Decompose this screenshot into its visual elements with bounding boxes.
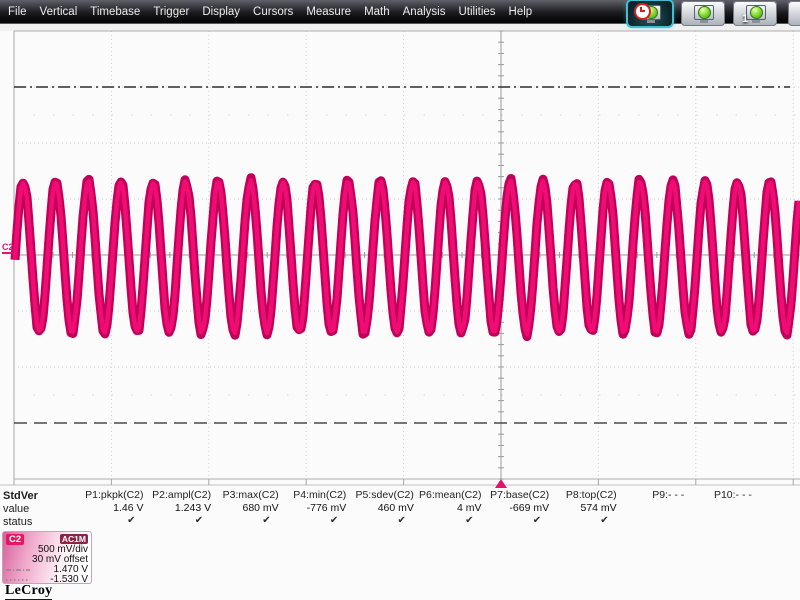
alarm-clock-icon [634,3,651,20]
measure-param-label: P3:max(C2) [222,489,279,501]
measure-row-status-header: status [3,516,33,528]
measure-param-value [617,502,684,515]
menu-timebase[interactable]: Timebase [90,6,140,18]
measure-param-value: -669 mV [509,502,550,514]
channel-lower-level: -1.530 V [50,574,88,585]
menu-file[interactable]: File [8,6,27,18]
measure-param-label: P6:mean(C2) [419,489,482,501]
menu-analysis[interactable]: Analysis [403,6,446,18]
measure-param-status: ✔ [532,515,542,526]
measure-param-value [753,502,800,515]
measure-column-7[interactable]: P7:base(C2) -669 mV ✔ [482,489,549,528]
menu-vertical[interactable]: Vertical [40,6,78,18]
menu-utilities[interactable]: Utilities [458,6,495,18]
channel-c2-badge: C2 [6,534,25,545]
menu-help[interactable]: Help [509,6,533,18]
measure-param-label: P9:- - - [652,489,685,501]
measure-param-status: ✔ [127,515,136,526]
measure-column-11[interactable]: P1 [753,489,800,528]
measure-column-5[interactable]: P5:sdev(C2) 460 mV ✔ [347,489,414,528]
measure-param-label: P5:sdev(C2) [355,489,414,501]
measure-param-value: 1.46 V [113,502,144,514]
measure-column-4[interactable]: P4:min(C2) -776 mV ✔ [279,489,346,528]
measure-column-6[interactable]: P6:mean(C2) 4 mV ✔ [415,489,482,528]
measure-param-status: ✔ [329,515,339,526]
measure-param-label: P7:base(C2) [490,489,550,501]
menu-measure[interactable]: Measure [306,6,351,18]
green-orb-icon [750,6,763,19]
channel-c2-descriptor-box[interactable]: C2 AC1M 500 mV/div 30 mV offset 1.470 V … [2,531,92,585]
measure-param-status [753,515,800,528]
monitor-icon [694,5,714,23]
measure-param-status: ✔ [262,515,271,526]
measure-param-status: ✔ [397,515,406,526]
monitor-icon [746,5,766,23]
dash-dot-pattern-icon [6,565,30,575]
measure-param-value: 574 mV [580,502,617,514]
menu-trigger[interactable]: Trigger [153,6,189,18]
channel-level-marker[interactable]: C2 [2,242,16,254]
measure-param-status: ✔ [465,515,474,526]
lecroy-logo: LeCroy [5,583,53,600]
coupling-badge: AC1M [59,534,88,544]
measure-param-value: 1.243 V [174,502,212,514]
toolbar-button-display-1[interactable]: 1 [733,1,777,26]
measure-param-value: 680 mV [242,502,279,514]
measure-param-label: P10:- - - [713,489,752,501]
measure-param-value: 460 mV [377,502,414,514]
measure-row-value-header: value [3,503,30,515]
measure-param-value: 4 mV [456,502,482,514]
measure-param-label: P8:top(C2) [565,489,617,501]
measure-param-value: -776 mV [306,502,347,514]
measure-column-1[interactable]: P1:pkpk(C2) 1.46 V ✔ [77,489,144,528]
menu-display[interactable]: Display [202,6,240,18]
menu-bar: File Vertical Timebase Trigger Display C… [0,0,800,24]
measure-param-value [685,502,752,515]
green-orb-icon [698,6,711,19]
toolbar-button-partial[interactable] [788,1,800,26]
measure-column-10[interactable]: P10:- - - [685,489,752,528]
measure-param-status: ✔ [600,515,609,526]
display-number-label: 1 [742,13,749,25]
measure-param-label: P1:pkpk(C2) [85,489,144,501]
menu-math[interactable]: Math [364,6,390,18]
measure-param-label: P1 [753,489,800,502]
menu-cursors[interactable]: Cursors [253,6,293,18]
measure-column-9[interactable]: P9:- - - [617,489,684,528]
toolbar-button-display[interactable] [681,1,725,26]
measure-param-status [685,515,752,528]
measure-param-status [617,515,684,528]
measure-param-status: ✔ [194,515,204,526]
measure-param-label: P4:min(C2) [293,489,347,501]
measure-param-label: P2:ampl(C2) [152,489,212,501]
measure-column-8[interactable]: P8:top(C2) 574 mV ✔ [550,489,617,528]
toolbar-button-timed-display[interactable] [628,1,672,26]
measure-column-3[interactable]: P3:max(C2) 680 mV ✔ [212,489,279,528]
measure-table-title: StdVer [3,490,38,502]
measure-column-2[interactable]: P2:ampl(C2) 1.243 V ✔ [144,489,211,528]
